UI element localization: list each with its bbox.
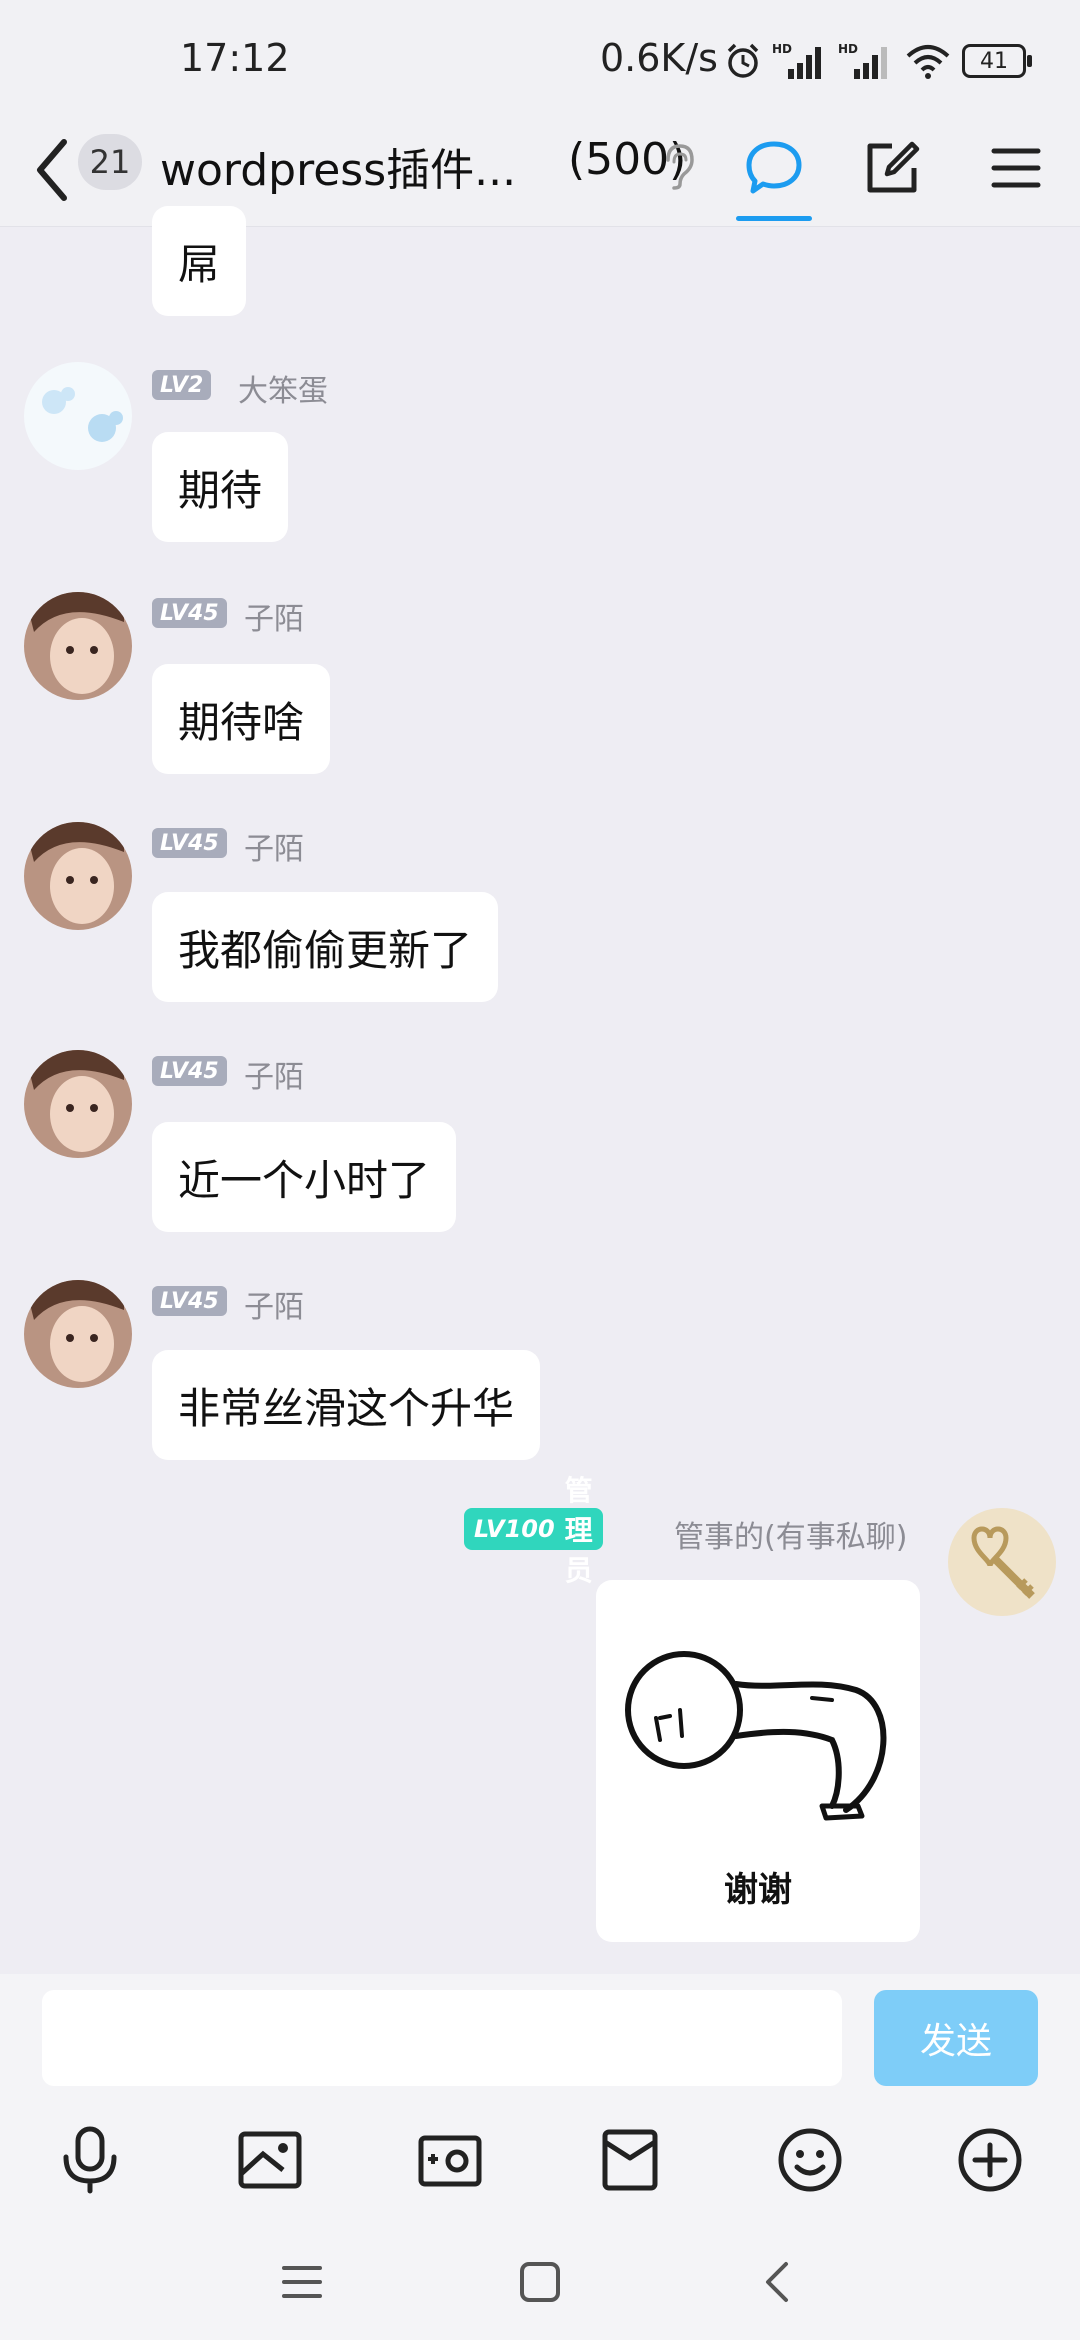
red-packet-button[interactable] (590, 2120, 670, 2200)
sender-name[interactable]: 子陌 (244, 824, 304, 868)
sender-name[interactable]: 子陌 (244, 1052, 304, 1096)
avatar-image (24, 822, 132, 930)
back-button[interactable] (28, 130, 78, 210)
home-square-icon (520, 2262, 560, 2302)
edit-icon (867, 141, 920, 193)
admin-role: 管理员 (564, 1474, 593, 1587)
menu-icon (282, 2266, 322, 2298)
network-speed: 0.6K/s (600, 36, 718, 80)
emoji-button[interactable] (770, 2120, 850, 2200)
admin-level: LV100 (474, 1515, 555, 1543)
message-bubble[interactable]: 期待啥 (152, 664, 331, 774)
svg-text:HD: HD (772, 42, 792, 56)
avatar-image (24, 1050, 132, 1158)
menu-button[interactable] (976, 128, 1056, 208)
avatar-image (948, 1508, 1056, 1616)
message-bubble[interactable]: 我都偷偷更新了 (152, 892, 499, 1002)
wifi-icon (906, 45, 950, 79)
unread-badge[interactable]: 21 (78, 134, 142, 190)
avatar[interactable] (24, 362, 132, 470)
admin-tag: LV100 管理员 (464, 1474, 603, 1587)
level-tag: LV45 (152, 828, 227, 858)
system-nav-bar (0, 2224, 1080, 2340)
nav-menu-button[interactable] (270, 2250, 334, 2314)
more-button[interactable] (950, 2120, 1030, 2200)
message-bubble[interactable]: 非常丝滑这个升华 (152, 1350, 541, 1460)
image-button[interactable] (230, 2120, 310, 2200)
ear-icon[interactable] (660, 142, 696, 190)
input-bar: 发送 (0, 1974, 1080, 2094)
level-tag: LV2 (152, 370, 212, 400)
sender-name[interactable]: 子陌 (244, 594, 304, 638)
voice-button[interactable] (50, 2120, 130, 2200)
sender-name[interactable]: 大笨蛋 (238, 366, 328, 410)
avatar-image (24, 592, 132, 700)
menu-icon (991, 148, 1041, 188)
chevron-left-icon (766, 2262, 788, 2302)
group-title[interactable]: wordpress插件... (160, 134, 516, 198)
message-bubble[interactable]: 近一个小时了 (152, 1122, 457, 1232)
sticker-caption: 谢谢 (724, 1870, 792, 1910)
message-input[interactable] (42, 1990, 842, 2086)
nav-home-button[interactable] (508, 2250, 572, 2314)
sticker-message[interactable]: 谢谢 (596, 1580, 920, 1942)
tab-chat[interactable] (734, 128, 814, 208)
sender-name[interactable]: 管事的(有事私聊) (674, 1512, 907, 1556)
avatar-image (24, 1280, 132, 1388)
level-tag: LV45 (152, 1286, 227, 1316)
status-icons: HD HD 41 (724, 36, 1032, 86)
alarm-icon (727, 43, 759, 78)
chat-bubble-icon (746, 141, 802, 194)
emoji-icon (778, 2128, 842, 2192)
active-tab-indicator (736, 216, 812, 221)
message-bubble[interactable]: 屌 (152, 206, 247, 316)
chevron-left-icon (37, 139, 67, 201)
message-bubble[interactable]: 期待 (152, 432, 289, 542)
avatar[interactable] (24, 1050, 132, 1158)
camera-icon (418, 2135, 482, 2187)
avatar[interactable] (24, 592, 132, 700)
level-tag: LV45 (152, 598, 227, 628)
signal-hd-icon-2: HD (838, 42, 887, 79)
signal-hd-icon: HD (772, 42, 821, 79)
camera-button[interactable] (410, 2120, 490, 2200)
microphone-icon (63, 2126, 117, 2194)
level-tag: LV45 (152, 1056, 227, 1086)
battery-icon: 41 (962, 44, 1032, 78)
avatar[interactable] (24, 1280, 132, 1388)
avatar[interactable] (24, 822, 132, 930)
status-bar: 17:12 0.6K/s HD HD 41 (0, 0, 1080, 120)
status-time: 17:12 (180, 36, 290, 80)
avatar[interactable] (948, 1508, 1056, 1616)
tab-post[interactable] (852, 128, 932, 208)
avatar-image (24, 362, 132, 470)
bowing-figure-sticker (625, 1651, 887, 1821)
svg-text:HD: HD (838, 42, 858, 56)
red-packet-icon (602, 2129, 658, 2191)
send-button[interactable]: 发送 (874, 1990, 1038, 2086)
input-toolbar (0, 2094, 1080, 2224)
sender-name[interactable]: 子陌 (244, 1282, 304, 1326)
image-icon (238, 2131, 302, 2189)
plus-circle-icon (958, 2128, 1022, 2192)
nav-back-button[interactable] (746, 2250, 810, 2314)
